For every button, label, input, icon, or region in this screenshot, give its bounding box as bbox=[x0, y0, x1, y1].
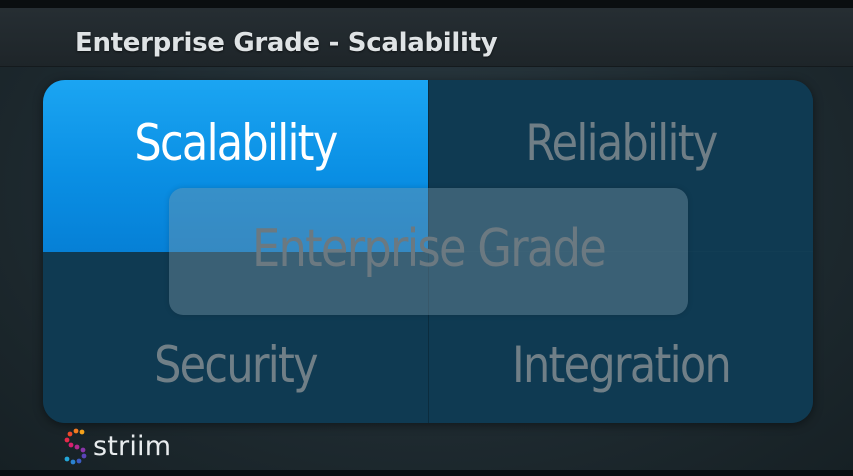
center-overlay-enterprise-grade[interactable]: Enterprise Grade bbox=[169, 188, 688, 315]
striim-logo-text: striim bbox=[93, 430, 172, 462]
quadrant-label-reliability: Reliability bbox=[525, 114, 718, 172]
striim-logo-icon bbox=[64, 428, 87, 465]
quadrant-label-integration: Integration bbox=[511, 336, 732, 394]
bottom-letterbox bbox=[0, 470, 853, 476]
top-letterbox bbox=[0, 0, 853, 8]
slide-title: Enterprise Grade - Scalability bbox=[75, 28, 498, 58]
quadrant-label-scalability: Scalability bbox=[134, 114, 338, 172]
striim-logo: striim bbox=[62, 426, 171, 466]
center-label: Enterprise Grade bbox=[251, 219, 607, 279]
title-bar: Enterprise Grade - Scalability bbox=[0, 8, 853, 67]
slide: Enterprise Grade - Scalability Scalabili… bbox=[0, 0, 853, 476]
quadrant-label-security: Security bbox=[154, 336, 319, 394]
